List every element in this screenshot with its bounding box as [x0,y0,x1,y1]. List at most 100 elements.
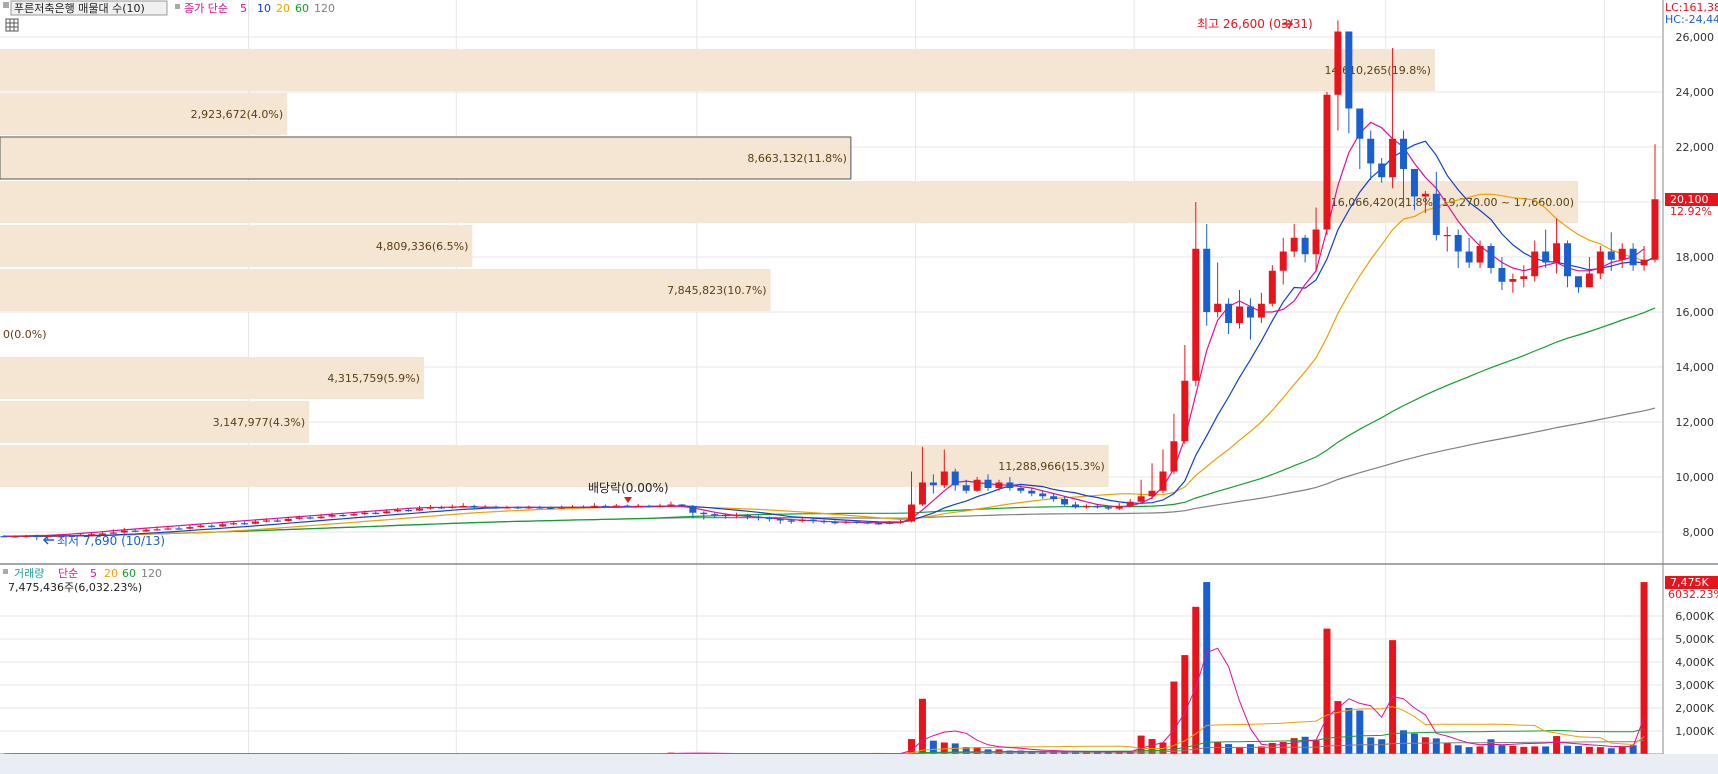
current-volume-change: 6032.23% [1668,588,1718,601]
candle-body [415,508,423,511]
profile-label: 4,809,336(6.5%) [376,240,469,253]
candle-body [459,505,467,508]
candle-body [503,507,511,509]
volume-bar [1225,744,1233,754]
candle-body [1017,488,1025,491]
candle-body [1039,493,1047,497]
volume-bar [1400,730,1408,754]
candle-body [120,530,128,533]
candle-body [601,505,609,508]
candle-body [1170,441,1178,472]
legend-ma60: 60 [295,2,309,15]
volume-value: 7,475,436주(6,032.23%) [8,581,142,594]
volume-bar [1574,745,1582,754]
candle-body [842,521,850,523]
candle-body [448,506,456,508]
candle-body [776,518,784,521]
y-tick-label: 24,000 [1676,86,1715,99]
candle-body [1607,251,1615,260]
candle-body [317,516,325,519]
y-tick-label: 16,000 [1676,306,1715,319]
candle-body [328,514,336,517]
volume-bar [1345,708,1353,754]
legend-ma10: 10 [257,2,271,15]
y-tick-label: 12,000 [1676,416,1715,429]
candle-body [1596,251,1604,274]
candle-body [711,514,719,516]
candle-body [579,506,587,508]
legend-ma5: 5 [240,2,247,15]
volume-bar [1585,746,1593,754]
candle-body [590,505,598,508]
candle-body [131,530,139,532]
candle-body [197,525,205,528]
volume-legend-ma20: 20 [104,567,118,580]
candle-body [536,507,544,509]
candle-body [1498,268,1506,282]
candle-body [284,518,292,521]
candle-body [394,510,402,512]
legend-price-label[interactable]: 푸른저축은행 매물대 수(10) [14,2,145,15]
current-change: 12.92% [1670,205,1712,218]
candle-body [1028,490,1036,494]
candle-body [1564,243,1572,277]
candle-body [973,479,981,491]
candle-body [864,522,872,524]
volume-bar [1421,737,1429,754]
profile-label: 4,315,759(5.9%) [327,372,420,385]
candle-body [1236,306,1244,323]
candle-body [1214,303,1222,312]
candle-body [1618,248,1626,260]
candle-body [481,506,489,508]
candle-body [142,529,150,532]
volume-legend-ma60: 60 [122,567,136,580]
candle-body [1410,169,1418,197]
candle-body [689,505,697,513]
volume-bar [1443,742,1451,754]
grid-table-icon[interactable] [5,18,19,32]
candle-body [514,507,522,509]
volume-legend-prefix: 단순 [58,567,78,580]
low-annotation: 최저 7,690 (10/13) [57,534,165,548]
volume-tick-label: 1,000K [1675,725,1714,738]
volume-tick-label: 3,000K [1675,679,1714,692]
candle-body [995,482,1003,488]
candle-body [306,517,314,519]
volume-bar [1454,745,1462,754]
candle-body [1312,229,1320,255]
profile-bar [0,269,771,311]
candle-body [33,535,41,538]
volume-bar [1476,746,1484,754]
candle-body [1378,163,1386,178]
candle-body [208,525,216,527]
candle-body [164,528,172,530]
candle-body [908,504,916,522]
candle-body [186,527,194,529]
profile-label: 7,845,823(10.7%) [667,284,767,297]
candle-body [1651,199,1659,260]
candle-body [1093,505,1101,508]
candle-body [984,479,992,488]
candle-body [1061,499,1069,505]
candle-body [1082,505,1090,508]
candle-body [1126,501,1134,506]
profile-bar [0,136,852,180]
volume-bar [1531,746,1539,754]
candle-body [547,507,555,509]
volume-bar [1301,736,1309,754]
candle-body [11,536,19,538]
candle-body [1072,504,1080,508]
candle-body [470,505,478,508]
y-tick-label: 14,000 [1676,361,1715,374]
volume-bar [1498,745,1506,754]
candle-body [1520,276,1528,279]
candle-body [886,522,894,524]
candle-body [1476,246,1484,263]
candle-body [798,519,806,521]
candle-body [754,516,762,518]
candle-body [361,512,369,515]
candle-body [1553,243,1561,263]
y-tick-label: 10,000 [1676,471,1715,484]
candle-body [339,514,347,517]
candle-body [492,506,500,508]
